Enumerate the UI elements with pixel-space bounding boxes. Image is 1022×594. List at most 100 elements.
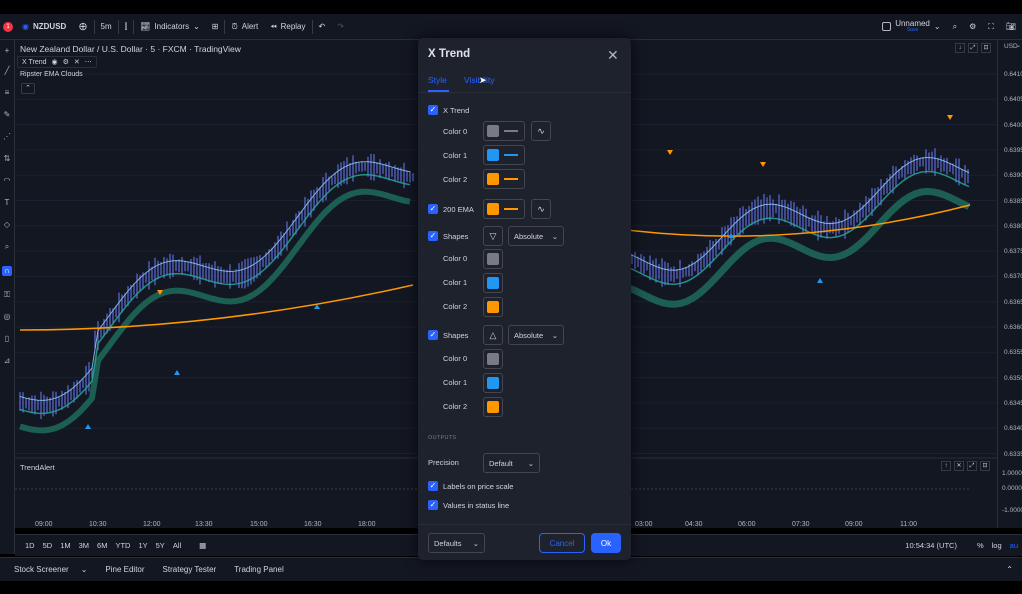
- tab-stock-screener[interactable]: Stock Screener ⌄: [0, 565, 96, 574]
- range-button[interactable]: 1D: [21, 541, 39, 550]
- shapes2-checkbox-row[interactable]: ✓ Shapes: [428, 330, 468, 340]
- maximize-icon[interactable]: ⊡: [980, 461, 990, 471]
- ema-plot-style-button[interactable]: ∿: [531, 199, 551, 219]
- range-button[interactable]: 5D: [39, 541, 57, 550]
- checkbox-checked-icon[interactable]: ✓: [428, 330, 438, 340]
- range-button[interactable]: 1M: [56, 541, 74, 550]
- layout-button[interactable]: Unnamed Save ⌄: [876, 14, 946, 39]
- shapes2-color0-swatch[interactable]: [483, 349, 503, 369]
- auto-toggle[interactable]: au: [1006, 541, 1022, 550]
- percent-toggle[interactable]: %: [973, 541, 988, 550]
- xtrend-color2-swatch[interactable]: [483, 169, 525, 189]
- shapes2-shape-button[interactable]: △: [483, 325, 503, 345]
- log-toggle[interactable]: log: [988, 541, 1006, 550]
- ema-checkbox-row[interactable]: ✓ 200 EMA: [428, 204, 474, 214]
- zoom-icon[interactable]: ⌕: [2, 242, 12, 252]
- collapse-icon[interactable]: ⤢: [967, 461, 977, 471]
- range-button[interactable]: All: [169, 541, 185, 550]
- ema-color-swatch[interactable]: [483, 199, 525, 219]
- maximize-icon[interactable]: ⊡: [981, 43, 991, 53]
- range-button[interactable]: 5Y: [152, 541, 169, 550]
- shape-icon[interactable]: ◠: [2, 176, 12, 186]
- templates-button[interactable]: ⊞: [206, 14, 225, 39]
- cancel-button[interactable]: Cancel: [539, 533, 585, 553]
- trash-icon[interactable]: ▯: [2, 334, 12, 344]
- checkbox-checked-icon[interactable]: ✓: [428, 204, 438, 214]
- replay-button[interactable]: ⏪︎ Replay: [264, 14, 311, 39]
- price-label: 0.6335: [1004, 450, 1022, 458]
- interval-button[interactable]: 5m: [95, 14, 118, 39]
- compare-button[interactable]: ⊕: [72, 14, 93, 39]
- fib-icon[interactable]: ≡: [2, 88, 12, 98]
- ok-button[interactable]: Ok: [591, 533, 621, 553]
- xtrend-checkbox-row[interactable]: ✓ X Trend: [428, 105, 469, 115]
- collapse-panel-button[interactable]: ⌃: [997, 565, 1022, 574]
- shapes1-color1-swatch[interactable]: [483, 273, 503, 293]
- shapes1-shape-button[interactable]: ▽: [483, 226, 503, 246]
- shapes2-color1-swatch[interactable]: [483, 373, 503, 393]
- settings-button[interactable]: ⚙: [963, 14, 982, 39]
- values-in-status-row[interactable]: ✓ Values in status line: [428, 500, 509, 510]
- checkbox-checked-icon[interactable]: ✓: [428, 481, 438, 491]
- shapes2-location-select[interactable]: Absolute ⌄: [508, 325, 564, 345]
- xtrend-color1-swatch[interactable]: [483, 145, 525, 165]
- precision-select[interactable]: Default ⌄: [483, 453, 540, 473]
- shapes1-color0-swatch[interactable]: [483, 249, 503, 269]
- close-icon[interactable]: ✕: [954, 461, 964, 471]
- search-button[interactable]: ⌕: [947, 14, 963, 39]
- text-icon[interactable]: T: [2, 198, 12, 208]
- close-icon[interactable]: ✕: [74, 58, 80, 66]
- shapes2-color2-swatch[interactable]: [483, 397, 503, 417]
- symbol-search-button[interactable]: ◉ NZDUSD: [16, 14, 72, 39]
- favorites-icon[interactable]: ⊿: [2, 356, 12, 366]
- tab-style[interactable]: Style: [428, 75, 447, 85]
- redo-button[interactable]: ↷: [331, 14, 350, 39]
- chart-type-button[interactable]: ⫿: [119, 14, 134, 39]
- cursor-icon[interactable]: +: [2, 46, 12, 56]
- snapshot-button[interactable]: 📷︎: [1000, 14, 1022, 39]
- tab-strategy-tester[interactable]: Strategy Tester: [154, 565, 226, 574]
- shapes1-checkbox-row[interactable]: ✓ Shapes: [428, 231, 468, 241]
- more-icon[interactable]: ⋯: [85, 58, 92, 66]
- range-button[interactable]: 1Y: [134, 541, 151, 550]
- clock-label[interactable]: 10:54:34 (UTC): [901, 541, 961, 550]
- calendar-button[interactable]: ▦: [195, 541, 210, 550]
- eye-icon[interactable]: ◎: [2, 312, 12, 322]
- pattern-icon[interactable]: ⋰: [2, 132, 12, 142]
- arrow-down-icon[interactable]: ↓: [955, 43, 965, 53]
- price-axis[interactable]: USD ⌄ 0.6410 0.6405 0.6400 0.6395 0.6390 0.63…: [997, 40, 1022, 528]
- alert-button[interactable]: ⏰︎ Alert: [225, 14, 264, 39]
- defaults-dropdown[interactable]: Defaults ⌄: [428, 533, 485, 553]
- indicator-legend-ripster[interactable]: Ripster EMA Clouds: [20, 71, 83, 78]
- lock-icon[interactable]: ⚿: [2, 290, 12, 300]
- range-button[interactable]: YTD: [111, 541, 134, 550]
- checkbox-checked-icon[interactable]: ✓: [428, 500, 438, 510]
- checkbox-checked-icon[interactable]: ✓: [428, 231, 438, 241]
- arrow-up-icon[interactable]: ↑: [941, 461, 951, 471]
- notification-badge[interactable]: 1: [0, 14, 16, 39]
- indicators-button[interactable]: 📈︎ Indicators ⌄: [134, 14, 206, 39]
- labels-on-scale-row[interactable]: ✓ Labels on price scale: [428, 481, 513, 491]
- brush-icon[interactable]: ✎: [2, 110, 12, 120]
- range-button[interactable]: 6M: [93, 541, 111, 550]
- close-dialog-button[interactable]: ✕: [607, 47, 619, 64]
- gear-icon[interactable]: ⚙: [63, 58, 69, 66]
- eye-icon[interactable]: ◉: [52, 58, 58, 66]
- fullscreen-button[interactable]: ⛶: [982, 14, 1000, 39]
- range-button[interactable]: 3M: [75, 541, 93, 550]
- shapes1-color2-swatch[interactable]: [483, 297, 503, 317]
- tab-pine-editor[interactable]: Pine Editor: [96, 565, 153, 574]
- ruler-icon[interactable]: ◇: [2, 220, 12, 230]
- xtrend-plot-style-button[interactable]: ∿: [531, 121, 551, 141]
- collapse-legend-button[interactable]: ⌃: [21, 83, 35, 94]
- tab-trading-panel[interactable]: Trading Panel: [225, 565, 293, 574]
- projection-icon[interactable]: ⇅: [2, 154, 12, 164]
- indicator-legend-x-trend[interactable]: X Trend ◉ ⚙ ✕ ⋯: [17, 56, 97, 68]
- magnet-icon[interactable]: ∩: [2, 266, 12, 276]
- xtrend-color0-swatch[interactable]: [483, 121, 525, 141]
- checkbox-checked-icon[interactable]: ✓: [428, 105, 438, 115]
- undo-button[interactable]: ↶: [313, 14, 332, 39]
- trend-line-icon[interactable]: ╱: [2, 66, 12, 76]
- collapse-icon[interactable]: ⤢: [968, 43, 978, 53]
- shapes1-location-select[interactable]: Absolute ⌄: [508, 226, 564, 246]
